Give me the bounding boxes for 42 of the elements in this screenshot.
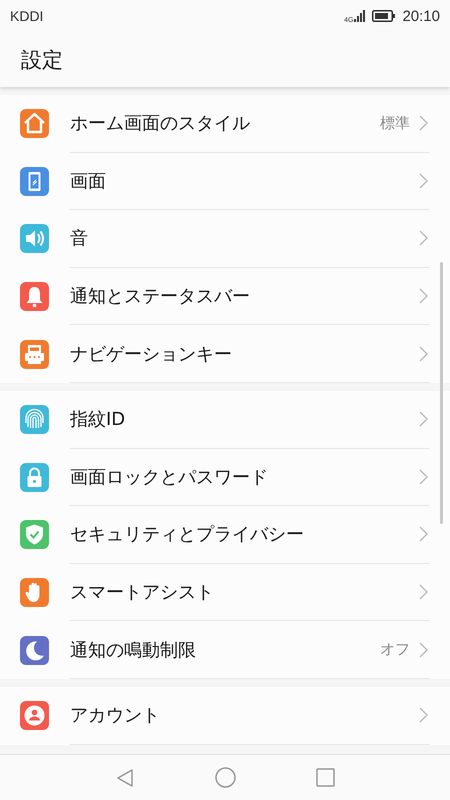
chevron-icon — [419, 584, 428, 600]
item-label: スマートアシスト — [70, 581, 215, 604]
settings-item[interactable]: 通知の鳴動制限 オフ — [0, 621, 450, 679]
item-label: ナビゲーションキー — [70, 342, 233, 366]
settings-item[interactable]: 画面 — [0, 152, 450, 210]
chevron-icon — [419, 468, 428, 485]
chevron-icon — [419, 115, 428, 132]
item-label: 画面ロックとパスワード — [70, 466, 269, 489]
item-label: 通知とステータスバー — [70, 285, 251, 308]
chevron-icon — [419, 642, 428, 658]
item-label: 画面 — [70, 170, 107, 193]
back-icon[interactable] — [115, 768, 135, 788]
chevron-icon — [419, 172, 428, 189]
item-label: 通知の鳴動制限 — [70, 638, 197, 662]
item-label: アカウント — [70, 704, 161, 728]
chevron-icon — [419, 346, 428, 362]
item-label: セキュリティとプライバシー — [70, 523, 305, 546]
home-icon[interactable] — [215, 767, 236, 788]
screen-title: 設定 — [21, 46, 63, 74]
settings-item[interactable]: 通知とステータスバー — [0, 268, 450, 326]
settings-item[interactable]: スマートアシスト — [0, 564, 450, 622]
settings-item[interactable]: ナビゲーションキー — [0, 325, 450, 383]
chevron-icon — [419, 230, 428, 246]
chevron-icon — [419, 707, 428, 724]
item-value: オフ — [380, 640, 410, 660]
item-label: 音 — [70, 227, 89, 250]
settings-item[interactable]: 音 — [0, 210, 450, 268]
item-label: ホーム画面のスタイル — [70, 112, 251, 136]
battery-icon — [372, 10, 396, 22]
chevron-icon — [419, 411, 428, 428]
settings-item[interactable]: 指紋ID — [0, 390, 450, 449]
settings-item[interactable]: アカウント — [0, 686, 450, 745]
carrier-name: KDDI — [10, 8, 44, 24]
item-label: 指紋ID — [70, 408, 126, 432]
settings-item[interactable]: ホーム画面のスタイル 標準 — [0, 95, 450, 153]
recents-icon[interactable] — [316, 768, 335, 787]
item-value: 標準 — [380, 114, 410, 133]
clock-time: 20:10 — [402, 8, 440, 24]
chevron-icon — [419, 288, 428, 304]
settings-item[interactable]: 画面ロックとパスワード — [0, 448, 450, 506]
chevron-icon — [419, 526, 428, 542]
settings-item[interactable]: セキュリティとプライバシー — [0, 506, 450, 564]
